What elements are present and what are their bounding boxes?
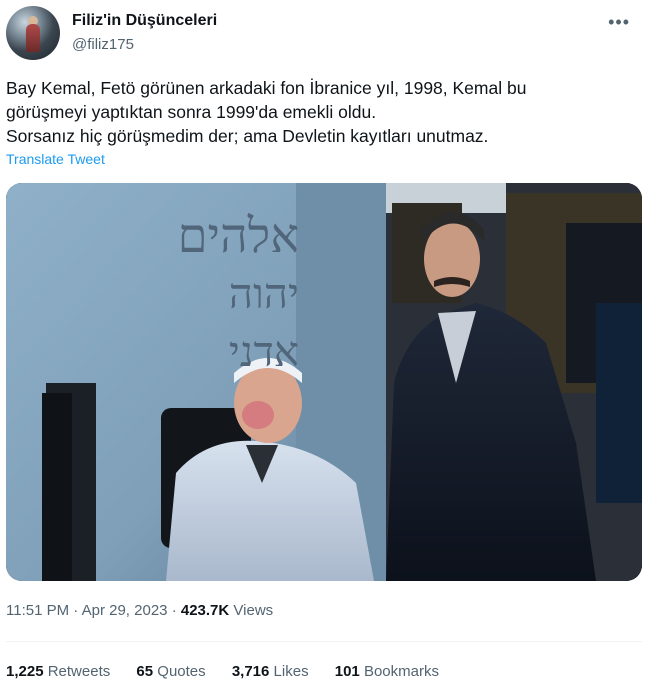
likes-count: 3,716 — [231, 663, 270, 680]
quotes-label: Quotes — [157, 663, 206, 680]
hebrew-inscription: אלהים יהוה אדני — [64, 207, 299, 381]
meta-separator: · — [171, 602, 177, 619]
retweets-stat[interactable]: 1,225 Retweets — [6, 663, 110, 680]
bookmarks-count: 101 — [334, 663, 360, 680]
author-display-name[interactable]: Filiz'in Düşünceleri — [72, 12, 217, 30]
quotes-stat[interactable]: 65 Quotes — [136, 663, 205, 680]
author-avatar[interactable] — [6, 6, 60, 60]
tweet-date[interactable]: Apr 29, 2023 — [82, 602, 168, 619]
more-options-icon[interactable]: ••• — [608, 12, 630, 33]
quotes-count: 65 — [136, 663, 154, 680]
bookmarks-label: Bookmarks — [363, 663, 439, 680]
divider — [6, 641, 642, 642]
hebrew-line: אדני — [228, 327, 299, 376]
views-label: Views — [233, 602, 274, 619]
avatar-figure — [26, 24, 40, 52]
tweet-photo[interactable]: אלהים יהוה אדני — [6, 183, 642, 581]
tweet-text-line: Bay Kemal, Fetö görünen arkadaki fon İbr… — [6, 78, 527, 98]
author-handle[interactable]: @filiz175 — [72, 36, 134, 53]
retweets-count: 1,225 — [6, 663, 44, 680]
hebrew-line: יהוה — [228, 269, 299, 318]
tweet-text-line: Sorsanız hiç görüşmedim der; ama Devleti… — [6, 126, 489, 146]
retweets-label: Retweets — [47, 663, 111, 680]
views-count: 423.7K — [180, 602, 230, 619]
likes-label: Likes — [273, 663, 309, 680]
tweet-time[interactable]: 11:51 PM — [6, 602, 69, 619]
tweet-meta: 11:51 PM · Apr 29, 2023 · 423.7K Views — [6, 602, 273, 619]
hebrew-line: אלהים — [177, 208, 299, 264]
meta-separator: · — [73, 602, 79, 619]
likes-stat[interactable]: 3,716 Likes — [232, 663, 309, 680]
bookmarks-stat[interactable]: 101 Bookmarks — [335, 663, 439, 680]
tweet-text: Bay Kemal, Fetö görünen arkadaki fon İbr… — [6, 76, 636, 148]
translate-tweet-link[interactable]: Translate Tweet — [6, 151, 105, 167]
tweet-text-line: görüşmeyi yaptıktan sonra 1999'da emekli… — [6, 102, 377, 122]
tweet-stats: 1,225 Retweets 65 Quotes 3,716 Likes 101… — [6, 663, 461, 680]
